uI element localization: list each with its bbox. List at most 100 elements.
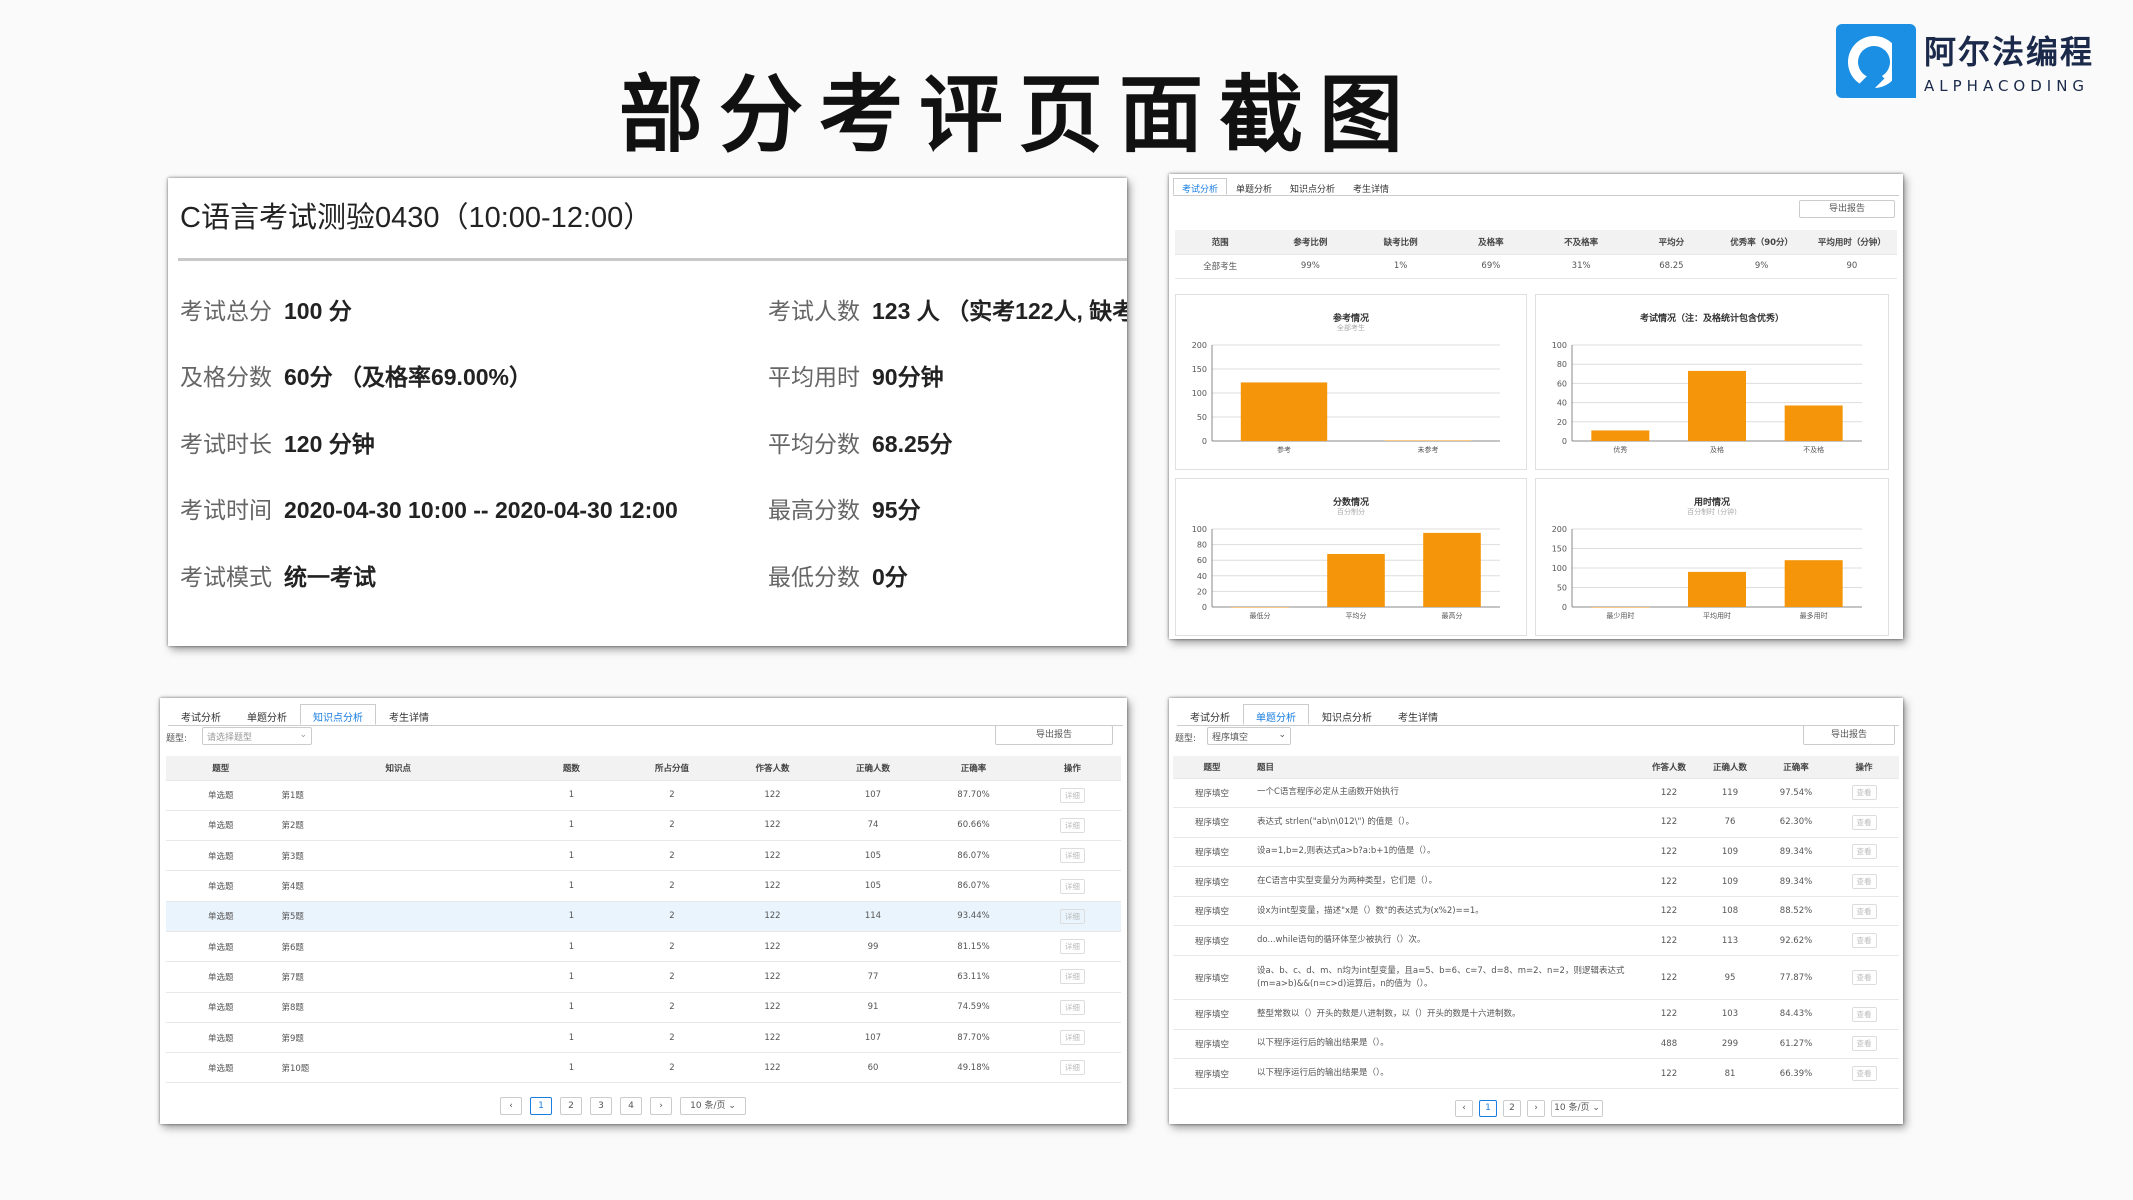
table-row[interactable]: 程序填空 do...while语句的循环体至少被执行（）次。 122 113 92.62… (1173, 925, 1899, 957)
table-row[interactable]: 程序填空 一个C语言程序必定从主函数开始执行 122 119 97.54% 查看 (1173, 778, 1899, 809)
exam-field: 平均用时 90分钟 (768, 364, 944, 390)
page-button[interactable]: 1 (1479, 1100, 1497, 1117)
view-button[interactable]: 查看 (1851, 814, 1877, 830)
page-button[interactable]: 2 (1503, 1100, 1521, 1117)
table-cell: 77 (822, 961, 924, 993)
view-button[interactable]: 查看 (1851, 785, 1877, 801)
detail-button[interactable]: 详细 (1059, 1060, 1085, 1076)
table-row[interactable]: 程序填空 设a、b、c、d、m、n均为int型变量，且a=5、b=6、c=7、d=… (1173, 955, 1899, 1001)
table-row[interactable]: 单选题 第1题 1 2 122 107 87.70% 详细 (166, 780, 1121, 811)
table-cell: 第7题 (275, 961, 522, 993)
pagination: ‹ 1 2 3 4 › 10 条/页 ⌄ (500, 1097, 754, 1115)
tab-knowledge-analysis[interactable]: 知识点分析 (1281, 178, 1344, 195)
stats-table: 范围 参考比例 缺考比例 及格率 不及格率 平均分 优秀率（90分） 平均用时（… (1175, 230, 1897, 279)
table-row[interactable]: 单选题 第3题 1 2 122 105 86.07% 详细 (166, 840, 1121, 872)
table-header-row: 题型 知识点 题数 所占分值 作答人数 正确人数 正确率 操作 (166, 756, 1121, 781)
exam-field: 考试总分 100 分 (180, 298, 352, 324)
table-row[interactable]: 程序填空 设x为int型变量，描述"x是（）数"的表达式为(x%2)==1。 122… (1173, 896, 1899, 927)
table-cell: 69% (1445, 254, 1536, 279)
view-button[interactable]: 查看 (1851, 933, 1877, 949)
export-report-button[interactable]: 导出报告 (995, 725, 1113, 745)
y-tick-label: 0 (1562, 437, 1567, 446)
table-row[interactable]: 单选题 第10题 1 2 122 60 49.18% 详细 (166, 1052, 1121, 1084)
view-button[interactable]: 查看 (1851, 844, 1877, 860)
tab-question-analysis[interactable]: 单题分析 (1227, 178, 1281, 195)
next-page-button[interactable]: › (1527, 1100, 1545, 1117)
view-button[interactable]: 查看 (1851, 1036, 1877, 1052)
view-button[interactable]: 查看 (1851, 1066, 1877, 1082)
table-row[interactable]: 单选题 第8题 1 2 122 91 74.59% 详细 (166, 992, 1121, 1023)
detail-button[interactable]: 详细 (1059, 969, 1085, 985)
table-cell: 整型常数以（）开头的数是八进制数，以（）开头的数是十六进制数。 (1251, 999, 1641, 1030)
view-button[interactable]: 查看 (1851, 874, 1877, 890)
tab-student-details[interactable]: 考生详情 (1385, 704, 1451, 725)
table-cell: 查看 (1829, 925, 1899, 957)
table-row[interactable]: 程序填空 整型常数以（）开头的数是八进制数，以（）开头的数是十六进制数。 122 10… (1173, 999, 1899, 1030)
table-cell: 122 (722, 901, 823, 932)
export-report-button[interactable]: 导出报告 (1803, 725, 1895, 745)
tab-exam-analysis[interactable]: 考试分析 (168, 704, 234, 725)
table-row[interactable]: 程序填空 设a=1,b=2,则表达式a>b?a:b+1的值是（）。 122 109 89… (1173, 837, 1899, 868)
table-cell: 2 (621, 810, 723, 842)
question-type-select[interactable]: 程序填空 ⌄ (1207, 727, 1291, 745)
table-cell: 第1题 (275, 780, 522, 811)
tab-exam-analysis[interactable]: 考试分析 (1177, 704, 1243, 725)
page-button[interactable]: 2 (560, 1097, 582, 1115)
detail-button[interactable]: 详细 (1059, 908, 1085, 924)
table-cell: 103 (1697, 999, 1763, 1030)
x-tick-label: 最多用时 (1800, 611, 1828, 620)
tab-question-analysis[interactable]: 单题分析 (234, 704, 300, 725)
tab-knowledge-analysis[interactable]: 知识点分析 (300, 704, 376, 725)
column-header: 平均分 (1626, 230, 1717, 255)
table-row[interactable]: 程序填空 表达式 strlen("ab\n\012\") 的值是（）。 122 76 6… (1173, 807, 1899, 838)
view-button[interactable]: 查看 (1851, 1006, 1877, 1022)
table-cell: 122 (1641, 925, 1697, 957)
table-row[interactable]: 程序填空 在C语言中实型变量分为两种类型，它们是（）。 122 109 89.34% 查看 (1173, 866, 1899, 897)
next-page-button[interactable]: › (650, 1097, 672, 1115)
detail-button[interactable]: 详细 (1059, 878, 1085, 894)
export-report-button[interactable]: 导出报告 (1799, 200, 1895, 218)
page-button[interactable]: 3 (590, 1097, 612, 1115)
table-cell: 89.34% (1763, 837, 1829, 868)
table-cell: 2 (621, 931, 723, 963)
tab-exam-analysis[interactable]: 考试分析 (1173, 178, 1228, 195)
page-size-select[interactable]: 10 条/页 ⌄ (1551, 1100, 1603, 1117)
table-row[interactable]: 单选题 第5题 1 2 122 114 93.44% 详细 (166, 901, 1121, 932)
question-type-select[interactable]: 请选择题型 ⌄ (202, 727, 312, 745)
tab-student-details[interactable]: 考生详情 (1344, 178, 1398, 195)
table-row[interactable]: 单选题 第7题 1 2 122 77 63.11% 详细 (166, 961, 1121, 993)
prev-page-button[interactable]: ‹ (500, 1097, 522, 1115)
table-cell: 2 (621, 961, 723, 993)
detail-button[interactable]: 详细 (1059, 999, 1085, 1015)
page-button[interactable]: 1 (530, 1097, 552, 1115)
page-size-select[interactable]: 10 条/页 ⌄ (680, 1097, 746, 1115)
bar (1231, 607, 1289, 608)
table-header-row: 范围 参考比例 缺考比例 及格率 不及格率 平均分 优秀率（90分） 平均用时（… (1175, 230, 1897, 255)
tab-knowledge-analysis[interactable]: 知识点分析 (1309, 704, 1385, 725)
page-button[interactable]: 4 (620, 1097, 642, 1115)
table-row[interactable]: 单选题 第2题 1 2 122 74 60.66% 详细 (166, 810, 1121, 842)
table-row[interactable]: 单选题 第9题 1 2 122 107 87.70% 详细 (166, 1022, 1121, 1054)
table-cell: 31% (1536, 254, 1627, 279)
table-cell: 单选题 (166, 1052, 276, 1084)
detail-button[interactable]: 详细 (1059, 787, 1085, 803)
detail-button[interactable]: 详细 (1059, 939, 1085, 955)
detail-button[interactable]: 详细 (1059, 848, 1085, 864)
table-row[interactable]: 单选题 第6题 1 2 122 99 81.15% 详细 (166, 931, 1121, 963)
logo-english-name: ALPHACODING (1924, 77, 2090, 95)
detail-button[interactable]: 详细 (1059, 817, 1085, 833)
tab-question-analysis[interactable]: 单题分析 (1243, 704, 1309, 725)
table-row[interactable]: 程序填空 以下程序运行后的输出结果是（）。 488 299 61.27% 查看 (1173, 1029, 1899, 1060)
exam-field: 考试时间 2020-04-30 10:00 -- 2020-04-30 12:00 (180, 497, 678, 523)
view-button[interactable]: 查看 (1851, 903, 1877, 919)
view-button[interactable]: 查看 (1851, 970, 1877, 986)
detail-button[interactable]: 详细 (1059, 1030, 1085, 1046)
tab-student-details[interactable]: 考生详情 (376, 704, 442, 725)
table-cell: 以下程序运行后的输出结果是（）。 (1251, 1029, 1641, 1060)
table-cell: 程序填空 (1173, 837, 1251, 868)
table-row[interactable]: 单选题 第4题 1 2 122 105 86.07% 详细 (166, 870, 1121, 902)
table-cell: 查看 (1829, 999, 1899, 1030)
prev-page-button[interactable]: ‹ (1455, 1100, 1473, 1117)
table-row[interactable]: 程序填空 以下程序运行后的输出结果是（）。 122 81 66.39% 查看 (1173, 1058, 1899, 1089)
column-header: 作答人数 (722, 756, 823, 781)
